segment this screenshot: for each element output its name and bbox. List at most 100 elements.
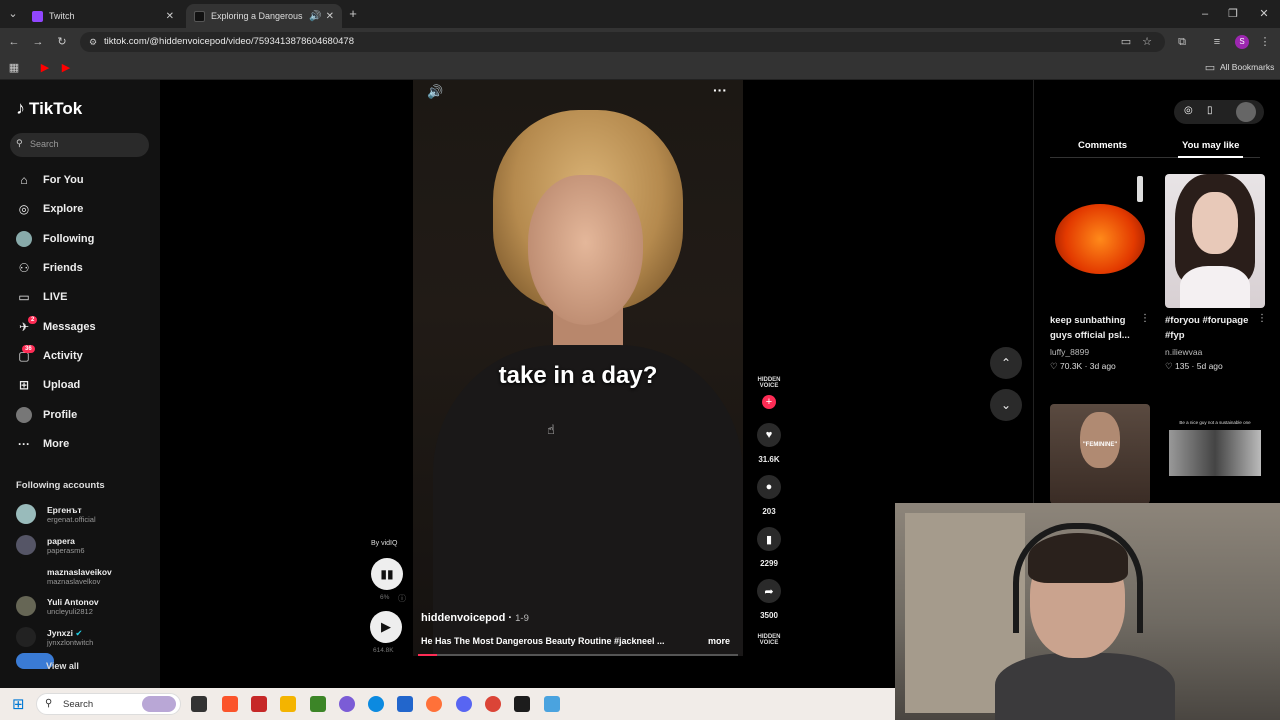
play-button[interactable]: ▶: [370, 611, 402, 643]
suggested-thumbnail[interactable]: Be a nice guy not a sustainable one: [1165, 404, 1265, 504]
youtube-bookmark-icon[interactable]: ▶: [59, 61, 73, 75]
card-title[interactable]: keep sunbathing guys official psl...: [1050, 313, 1140, 343]
home-icon: ⌂: [20, 173, 28, 187]
account-name: maznaslaveikov: [47, 566, 112, 577]
search-placeholder: Search: [30, 139, 59, 149]
apps-grid-icon[interactable]: ▦: [7, 61, 21, 75]
card-more-icon[interactable]: ⋮: [1140, 313, 1150, 324]
nav-messages[interactable]: ✈ 2 Messages: [16, 316, 96, 338]
card-title[interactable]: #foryou #forupage #fyp: [1165, 313, 1260, 343]
bottle-image: [1137, 176, 1143, 202]
video-progress-bar[interactable]: [418, 654, 738, 656]
cast-icon[interactable]: ▭: [1119, 35, 1133, 49]
account-name: Jynxzi ✔: [47, 628, 93, 638]
nav-explore[interactable]: ◎ Explore: [16, 198, 84, 220]
account-item[interactable]: maznaslaveikov maznaslavelkov: [16, 564, 112, 588]
chrome-icon[interactable]: [485, 696, 501, 712]
new-tab-icon[interactable]: +: [346, 7, 360, 21]
next-video-button[interactable]: ⌄: [990, 389, 1022, 421]
nav-activity[interactable]: ▢ 36 Activity: [16, 345, 83, 367]
site-info-icon[interactable]: ⚙: [86, 35, 100, 49]
account-item[interactable]: Jynxzi ✔ jynxzlontwitch: [16, 625, 93, 649]
brave-icon[interactable]: [222, 696, 238, 712]
tab-you-may-like[interactable]: You may like: [1177, 140, 1244, 158]
discord-icon[interactable]: [456, 696, 472, 712]
copilot-icon[interactable]: [339, 696, 355, 712]
vidiq-stats-button[interactable]: ▮▮: [371, 558, 403, 590]
tiktok-logo[interactable]: ♪ TikTok: [16, 98, 82, 119]
youtube-bookmark-icon[interactable]: ▶: [38, 61, 52, 75]
view-all-link[interactable]: View all: [46, 661, 79, 671]
nav-more[interactable]: ··· More: [16, 433, 69, 455]
firefox-icon[interactable]: [426, 696, 442, 712]
nav-upload[interactable]: ⊞ Upload: [16, 374, 80, 396]
previous-video-button[interactable]: ⌃: [990, 347, 1022, 379]
app-icon[interactable]: [544, 696, 560, 712]
tab-comments[interactable]: Comments: [1078, 140, 1127, 151]
info-icon[interactable]: ⓘ: [398, 593, 406, 604]
more-link[interactable]: more: [708, 636, 730, 646]
close-tab-icon[interactable]: ✕: [326, 11, 334, 22]
like-button[interactable]: ♥: [757, 423, 781, 447]
close-window-icon[interactable]: ✕: [1257, 7, 1271, 21]
card-user[interactable]: luffy_8899: [1050, 347, 1089, 357]
media-icon[interactable]: ≡: [1210, 35, 1224, 49]
video-more-icon[interactable]: ···: [713, 82, 727, 98]
suggested-thumbnail[interactable]: [1165, 174, 1265, 308]
channel-avatar[interactable]: HIDDEN VOICE: [755, 377, 783, 389]
comment-button[interactable]: ●: [757, 475, 781, 499]
suggested-thumbnail[interactable]: "FEMININE": [1050, 404, 1150, 504]
nav-friends[interactable]: ⚇ Friends: [16, 257, 83, 279]
bookmark-star-icon[interactable]: ☆: [1140, 35, 1154, 49]
volume-icon[interactable]: 🔊: [427, 84, 443, 100]
card-user[interactable]: n.iliewvaa: [1165, 347, 1202, 357]
account-item[interactable]: Yuli Antonov uncleyuli2812: [16, 594, 99, 618]
tab-tiktok[interactable]: Exploring a Dangerous Beau 🔊 ✕: [186, 4, 342, 28]
account-name: Yuli Antonov: [47, 596, 99, 607]
card-meta: ♡ 70.3K · 3d ago: [1050, 361, 1116, 371]
save-count: 2299: [760, 559, 778, 568]
url-field[interactable]: ⚙ tiktok.com/@hiddenvoicepod/video/75934…: [80, 32, 1165, 52]
extensions-icon[interactable]: ⧉: [1175, 35, 1189, 49]
menu-dots-icon[interactable]: ⋮: [1258, 35, 1272, 49]
windows-start-icon[interactable]: ⊞: [12, 695, 25, 713]
heart-outline-icon: ♡: [1165, 361, 1173, 371]
music-disc-logo[interactable]: HIDDEN VOICE: [755, 634, 783, 646]
app-icon[interactable]: [514, 696, 530, 712]
device-icon[interactable]: ▯: [1207, 105, 1213, 116]
task-view-icon[interactable]: [191, 696, 207, 712]
minimize-icon[interactable]: –: [1198, 7, 1212, 21]
compass-icon: ◎: [18, 202, 30, 216]
nav-profile[interactable]: Profile: [16, 404, 77, 426]
reload-icon[interactable]: ↻: [55, 35, 69, 49]
suggested-thumbnail[interactable]: [1050, 174, 1150, 308]
profile-avatar[interactable]: S: [1235, 35, 1249, 49]
nav-for-you[interactable]: ⌂ For You: [16, 169, 83, 191]
share-button[interactable]: ➦: [757, 579, 781, 603]
card-more-icon[interactable]: ⋮: [1257, 313, 1267, 324]
tab-twitch[interactable]: Twitch ✕: [24, 4, 182, 28]
taskbar-search[interactable]: ⚲ Search: [36, 693, 181, 715]
file-explorer-icon[interactable]: [280, 696, 296, 712]
speaker-icon[interactable]: 🔊: [309, 11, 321, 22]
forward-icon[interactable]: →: [31, 35, 45, 49]
app-icon[interactable]: [251, 696, 267, 712]
back-icon[interactable]: ←: [7, 35, 21, 49]
all-bookmarks-link[interactable]: All Bookmarks: [1220, 62, 1274, 72]
save-button[interactable]: ▮: [757, 527, 781, 551]
nav-live[interactable]: ▭ LIVE: [16, 286, 67, 308]
edge-icon[interactable]: [368, 696, 384, 712]
restore-icon[interactable]: ❐: [1226, 7, 1240, 21]
follow-plus-icon[interactable]: +: [762, 395, 776, 409]
scroll-icon[interactable]: ◎: [1184, 105, 1193, 116]
video-author[interactable]: hiddenvoicepod · 1-9: [421, 612, 529, 624]
close-tab-icon[interactable]: ✕: [166, 11, 174, 22]
account-item[interactable]: papera paperasm6: [16, 533, 85, 557]
tab-search-icon[interactable]: ⌄: [6, 7, 20, 21]
minecraft-icon[interactable]: [310, 696, 326, 712]
search-input[interactable]: ⚲ Search: [10, 133, 149, 157]
nav-following[interactable]: Following: [16, 228, 94, 250]
user-avatar[interactable]: [1236, 102, 1256, 122]
account-item[interactable]: Ергенът ergenat.official: [16, 502, 96, 526]
store-icon[interactable]: [397, 696, 413, 712]
